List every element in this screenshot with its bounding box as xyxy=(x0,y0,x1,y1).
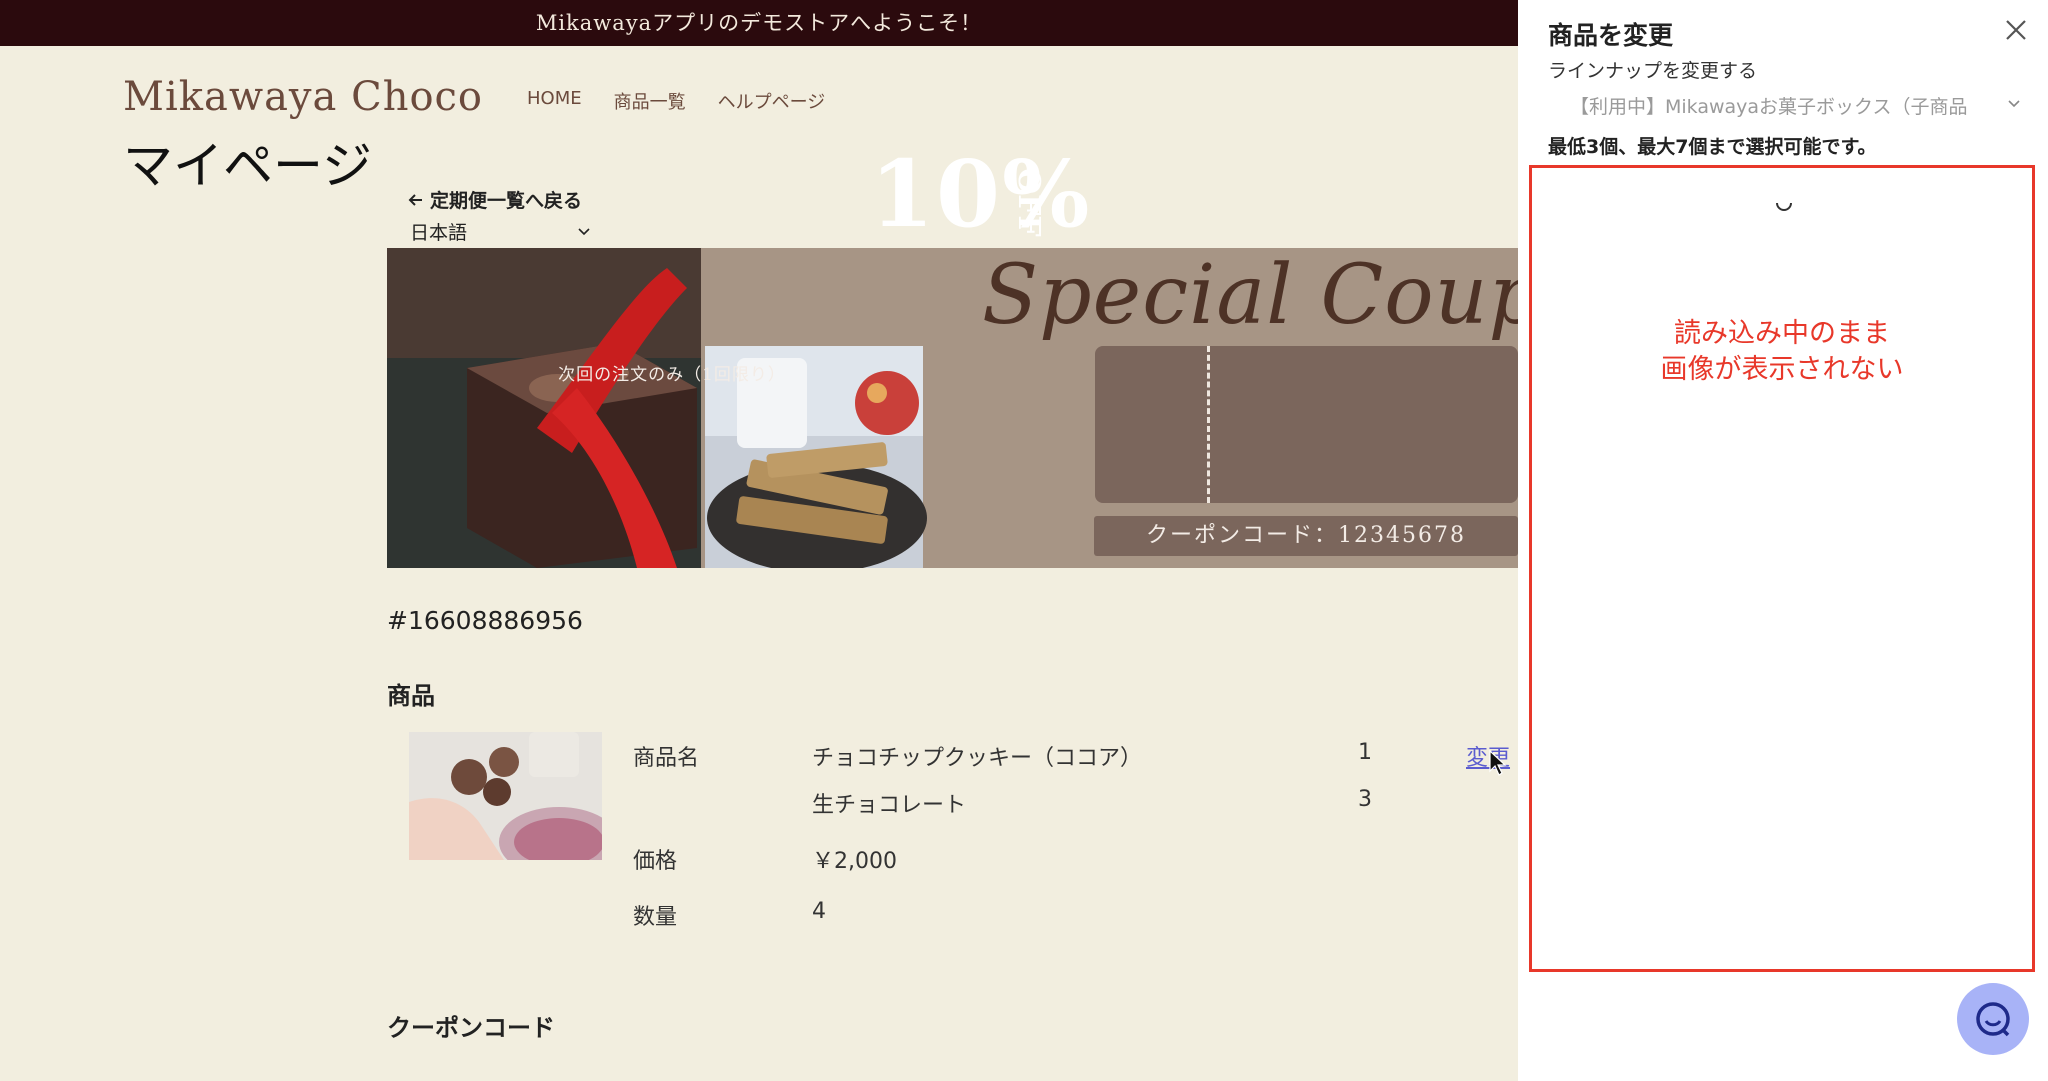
page-title: マイページ xyxy=(123,137,372,195)
ticket-stub xyxy=(1095,346,1210,503)
annotation-line-2: 画像が表示されない xyxy=(1660,354,1904,385)
nav-help[interactable]: ヘルプページ xyxy=(718,88,826,114)
chat-icon xyxy=(1976,1002,2010,1037)
loading-annotation: 読み込み中のまま 画像が表示されない xyxy=(1532,316,2032,388)
coupon-banner: Special Coupon 次回の注文のみ（1回限り） クーポンコード：123… xyxy=(387,248,1518,568)
product-loading-area: 読み込み中のまま 画像が表示されない xyxy=(1529,165,2035,972)
back-to-subscriptions-link[interactable]: 定期便一覧へ戻る xyxy=(408,186,582,213)
banner-script-title: Special Coupon xyxy=(982,248,1518,343)
discount-value: 10% xyxy=(870,140,1092,248)
product-thumbnail xyxy=(409,732,602,860)
label-quantity: 数量 xyxy=(633,905,678,930)
chat-button[interactable] xyxy=(1957,983,2029,1055)
spinner-icon xyxy=(1776,202,1792,211)
language-select[interactable]: 日本語 xyxy=(410,218,590,245)
label-price: 価格 xyxy=(633,849,678,874)
item-name-1: チョコチップクッキー（ココア） xyxy=(812,746,1143,771)
products-heading: 商品 xyxy=(387,682,435,710)
item-qty-1: 1 xyxy=(1358,740,1372,765)
close-icon[interactable] xyxy=(2004,18,2028,42)
order-id: #16608886956 xyxy=(387,606,583,635)
back-link-label: 定期便一覧へ戻る xyxy=(430,190,583,212)
lineup-select-value: 【利用中】Mikawayaお菓子ボックス（子商品 xyxy=(1570,96,1968,118)
drawer-title: 商品を変更 xyxy=(1548,21,1674,50)
coupon-caption: 次回の注文のみ（1回限り） xyxy=(558,365,786,385)
chevron-down-icon xyxy=(2008,100,2020,108)
item-name-2: 生チョコレート xyxy=(812,793,967,818)
main-nav: HOME 商品一覧 ヘルプページ xyxy=(527,88,825,114)
nav-products[interactable]: 商品一覧 xyxy=(614,88,686,114)
annotation-line-1: 読み込み中のまま xyxy=(1674,318,1890,349)
change-product-drawer: 商品を変更 ラインナップを変更する 【利用中】Mikawayaお菓子ボックス（子… xyxy=(1518,0,2048,1081)
nav-home[interactable]: HOME xyxy=(527,88,582,114)
quantity-value: 4 xyxy=(812,899,826,924)
chevron-down-icon xyxy=(578,227,590,235)
cursor-icon xyxy=(1489,750,1507,776)
coupon-code-box: クーポンコード：12345678 xyxy=(1094,516,1518,556)
brand-logo[interactable]: Mikawaya Choco xyxy=(123,74,483,120)
coupon-ticket xyxy=(1095,346,1518,503)
drawer-subtitle: ラインナップを変更する xyxy=(1548,60,1758,82)
selection-note: 最低3個、最大7個まで選択可能です。 xyxy=(1548,136,1877,158)
language-value: 日本語 xyxy=(410,222,468,244)
label-product-name: 商品名 xyxy=(633,746,700,771)
price-value: ￥2,000 xyxy=(812,849,897,874)
arrow-left-icon xyxy=(408,193,422,206)
item-qty-2: 3 xyxy=(1358,787,1372,812)
coupon-code-heading: クーポンコード xyxy=(387,1014,555,1042)
discount-off-label: OFF xyxy=(1011,168,1046,237)
announcement-bar: Mikawayaアプリのデモストアへようこそ！ xyxy=(0,0,1518,46)
lineup-select[interactable]: 【利用中】Mikawayaお菓子ボックス（子商品 xyxy=(1570,92,2020,119)
